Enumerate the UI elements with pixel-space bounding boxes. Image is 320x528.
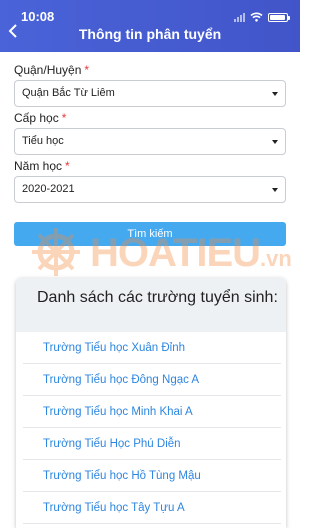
level-label: Cấp học * (14, 111, 67, 125)
status-bar: 10:08 (0, 0, 300, 24)
search-button[interactable]: Tìm kiếm (14, 222, 286, 246)
wifi-icon (250, 12, 263, 22)
status-time: 10:08 (21, 9, 55, 24)
level-select[interactable]: Tiểu học (14, 128, 286, 155)
dropdown-arrow-icon (272, 188, 278, 192)
school-list-item[interactable]: Trường Tiểu học Xuân Đỉnh (23, 332, 281, 364)
school-list-item[interactable]: Trường Tiểu học Minh Khai A (23, 396, 281, 428)
battery-icon (268, 12, 290, 22)
district-select-value: Quận Bắc Từ Liêm (22, 87, 115, 99)
district-select[interactable]: Quận Bắc Từ Liêm (14, 80, 286, 107)
required-mark: * (65, 159, 70, 173)
results-card: Danh sách các trường tuyển sinh: Trường … (16, 278, 286, 528)
school-list-item[interactable]: Trường Tiểu Học Phú Diễn (23, 428, 281, 460)
level-select-value: Tiểu học (22, 135, 64, 147)
year-label: Năm học * (14, 159, 70, 173)
year-select[interactable]: 2020-2021 (14, 176, 286, 203)
status-icons (234, 12, 290, 22)
school-list-item[interactable]: Trường Tiểu học Hồ Tùng Mậu (23, 460, 281, 492)
school-list-item[interactable]: Trường Tiểu học Tây Tựu A (23, 492, 281, 524)
dropdown-arrow-icon (272, 92, 278, 96)
required-mark: * (61, 111, 67, 125)
year-select-value: 2020-2021 (22, 183, 75, 195)
school-list-item[interactable]: Trường Tiểu học Đông Ngạc A (23, 364, 281, 396)
dropdown-arrow-icon (272, 140, 278, 144)
cellular-signal-icon (234, 12, 245, 22)
school-list: Trường Tiểu học Xuân Đỉnh Trường Tiểu họ… (16, 332, 286, 524)
page-title: Thông tin phân tuyển (78, 26, 222, 42)
results-title: Danh sách các trường tuyển sinh: (16, 278, 286, 332)
district-label: Quận/Huyện * (14, 63, 90, 77)
app-header: 10:08 Thông tin phân tuyển (0, 0, 300, 52)
required-mark: * (84, 63, 90, 77)
